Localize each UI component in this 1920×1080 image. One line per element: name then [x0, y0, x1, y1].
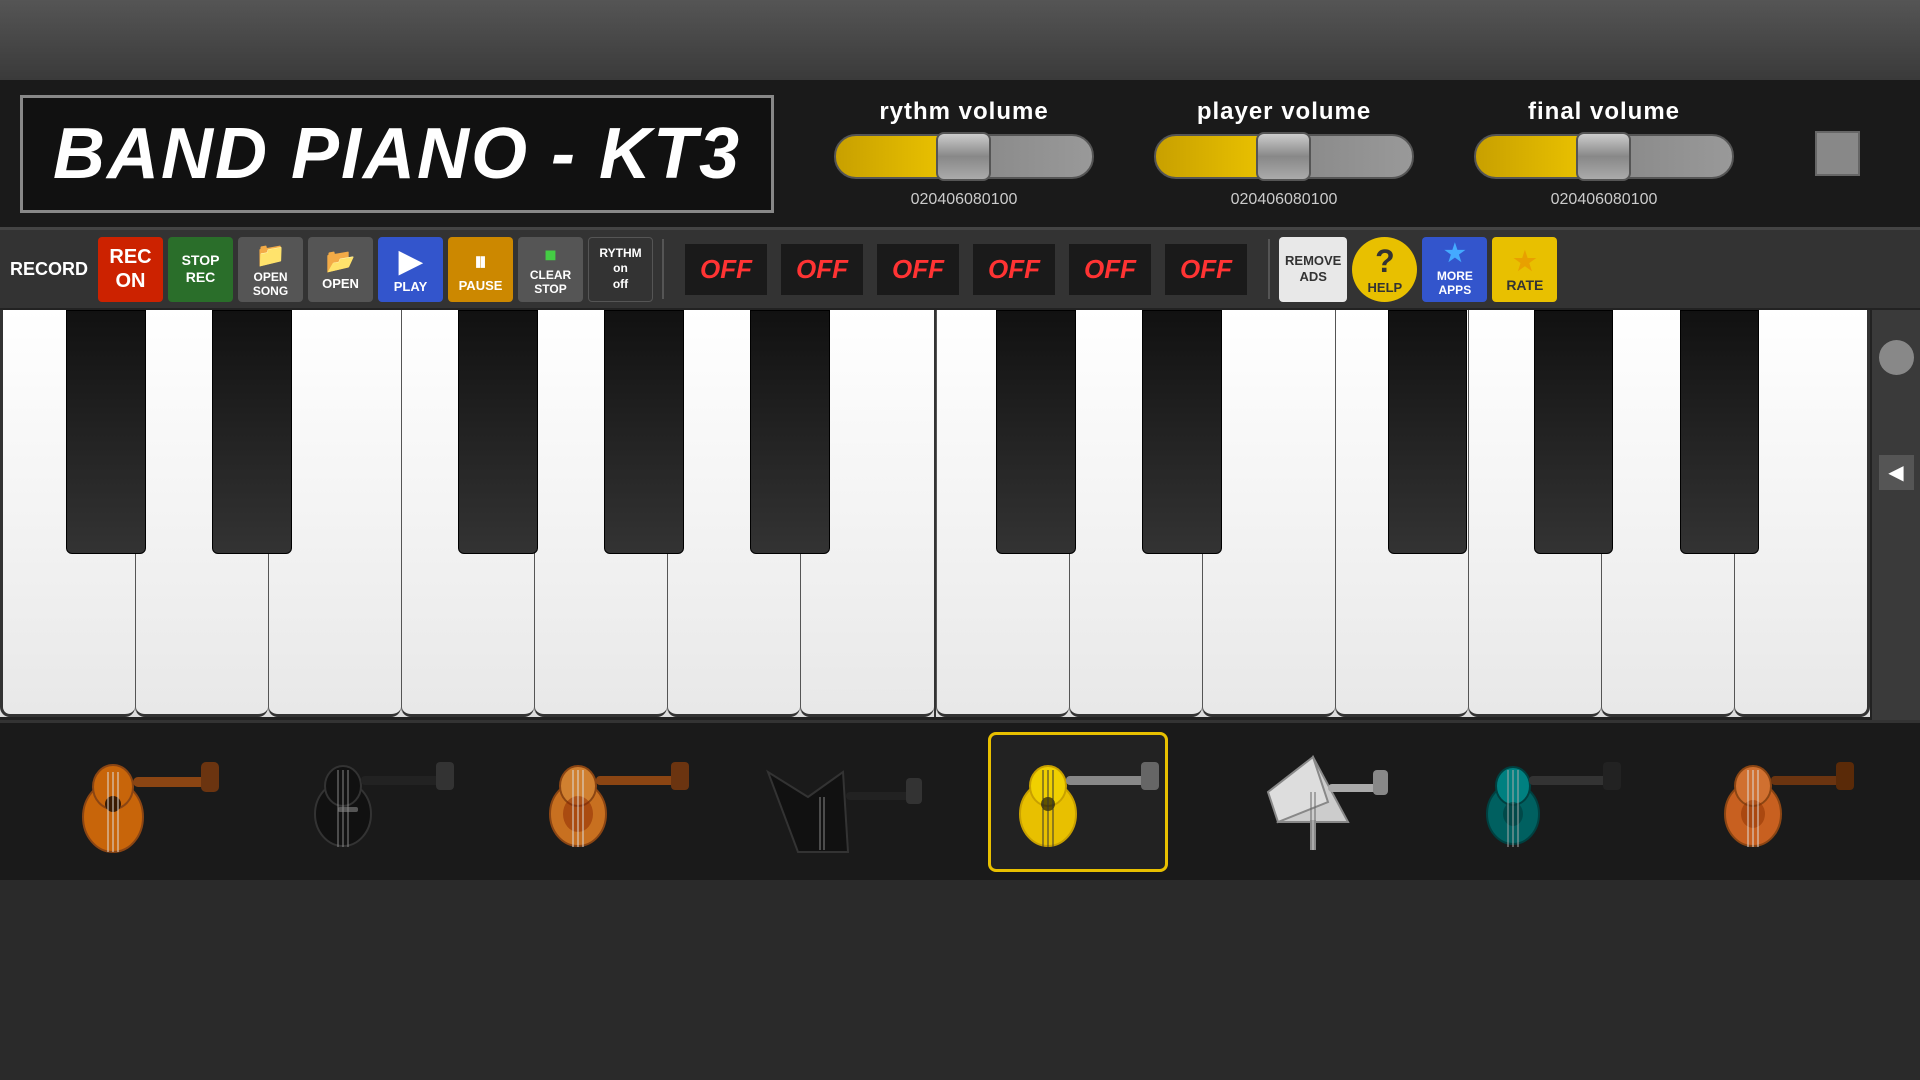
scroll-dot[interactable]: [1879, 340, 1914, 375]
guitar-svg-5: [993, 742, 1163, 862]
volume-section: rythm volume 0 20 40 60 80 100 player vo…: [794, 88, 1920, 219]
player-volume-slider[interactable]: [1154, 134, 1414, 179]
header-section: BAND PIANO - KT3 rythm volume 0 20 40 60…: [0, 80, 1920, 230]
help-icon: ?: [1375, 243, 1395, 280]
settings-square[interactable]: [1815, 131, 1860, 176]
black-key-1[interactable]: [66, 310, 146, 554]
rythm-toggle-button[interactable]: RYTHMonoff: [588, 237, 653, 302]
off-indicator-4[interactable]: OFF: [971, 242, 1057, 297]
main-area: BAND PIANO - KT3 rythm volume 0 20 40 60…: [0, 80, 1920, 1080]
black-key-2[interactable]: [212, 310, 292, 554]
final-slider-track: [1474, 134, 1734, 179]
final-slider-marks: 0 20 40 60 80 100: [1546, 191, 1663, 209]
open-song-button[interactable]: 📁 OPENSONG: [238, 237, 303, 302]
guitar-selector: [0, 720, 1920, 880]
player-slider-track: [1154, 134, 1414, 179]
rythm-slider-track: [834, 134, 1094, 179]
off-indicator-5[interactable]: OFF: [1067, 242, 1153, 297]
guitar-item-2[interactable]: [283, 732, 463, 872]
guitar-item-8[interactable]: [1693, 732, 1873, 872]
rythm-slider-marks: 0 20 40 60 80 100: [906, 191, 1023, 209]
off-indicator-2[interactable]: OFF: [779, 242, 865, 297]
black-key-5[interactable]: [750, 310, 830, 554]
off-indicator-6[interactable]: OFF: [1163, 242, 1249, 297]
top-bar: [0, 0, 1920, 80]
toolbar: RECORD REC ON STOPREC 📁 OPENSONG 📂 OPEN …: [0, 230, 1920, 310]
final-volume-control: final volume 0 20 40 60 80 100: [1474, 98, 1734, 209]
off-indicator-1[interactable]: OFF: [683, 242, 769, 297]
black-key-10[interactable]: [1680, 310, 1760, 554]
black-key-8[interactable]: [1388, 310, 1468, 554]
off-indicator-3[interactable]: OFF: [875, 242, 961, 297]
guitar-item-4[interactable]: [753, 732, 933, 872]
player-volume-label: player volume: [1197, 98, 1371, 126]
black-key-7[interactable]: [1142, 310, 1222, 554]
player-slider-thumb[interactable]: [1256, 132, 1311, 181]
toolbar-separator-2: [1268, 239, 1270, 299]
stop-rec-button[interactable]: STOPREC: [168, 237, 233, 302]
logo-text: BAND PIANO - KT3: [53, 113, 741, 195]
scroll-left-arrow[interactable]: ◀: [1879, 455, 1914, 490]
pause-button[interactable]: ⏸ PAUSE: [448, 237, 513, 302]
rythm-volume-label: rythm volume: [879, 98, 1048, 126]
clear-stop-button[interactable]: ⏹ CLEARSTOP: [518, 237, 583, 302]
remove-ads-button[interactable]: REMOVEADS: [1279, 237, 1347, 302]
final-slider-thumb[interactable]: [1576, 132, 1631, 181]
piano-keyboard-area: .bk-spacer { flex: 0.6; } .bk { backgrou…: [0, 310, 1870, 720]
right-sidebar: ◀: [1870, 310, 1920, 720]
guitar-svg-8: [1698, 742, 1868, 862]
guitar-svg-4: [758, 742, 928, 862]
white-key-10[interactable]: [1202, 310, 1335, 717]
black-key-4[interactable]: [604, 310, 684, 554]
guitar-svg-1: [53, 742, 223, 862]
black-key-6[interactable]: [996, 310, 1076, 554]
guitar-svg-2: [288, 742, 458, 862]
player-volume-control: player volume 0 20 40 60 80 100: [1154, 98, 1414, 209]
rec-on-button[interactable]: REC ON: [98, 237, 163, 302]
guitar-svg-7: [1463, 742, 1633, 862]
logo-box: BAND PIANO - KT3: [20, 95, 774, 213]
rythm-volume-slider[interactable]: [834, 134, 1094, 179]
black-key-3[interactable]: [458, 310, 538, 554]
more-apps-button[interactable]: ★ MOREAPPS: [1422, 237, 1487, 302]
black-key-9[interactable]: [1534, 310, 1614, 554]
guitar-svg-3: [523, 742, 693, 862]
final-volume-slider[interactable]: [1474, 134, 1734, 179]
open-button[interactable]: 📂 OPEN: [308, 237, 373, 302]
rythm-slider-thumb[interactable]: [936, 132, 991, 181]
guitar-item-5[interactable]: [988, 732, 1168, 872]
rythm-volume-control: rythm volume 0 20 40 60 80 100: [834, 98, 1094, 209]
final-volume-label: final volume: [1528, 98, 1680, 126]
guitar-item-3[interactable]: [518, 732, 698, 872]
guitar-svg-6: [1228, 742, 1398, 862]
record-label: RECORD: [10, 259, 88, 280]
guitar-item-7[interactable]: [1458, 732, 1638, 872]
player-slider-marks: 0 20 40 60 80 100: [1226, 191, 1343, 209]
guitar-item-1[interactable]: [48, 732, 228, 872]
off-indicators: OFF OFF OFF OFF OFF OFF: [683, 242, 1249, 297]
rate-button[interactable]: ★ RATE: [1492, 237, 1557, 302]
toolbar-separator-1: [662, 239, 664, 299]
guitar-item-6[interactable]: [1223, 732, 1403, 872]
keyboard-wrapper: .bk-spacer { flex: 0.6; } .bk { backgrou…: [0, 310, 1920, 720]
help-button[interactable]: ? HELP: [1352, 237, 1417, 302]
play-button[interactable]: ▶ PLAY: [378, 237, 443, 302]
